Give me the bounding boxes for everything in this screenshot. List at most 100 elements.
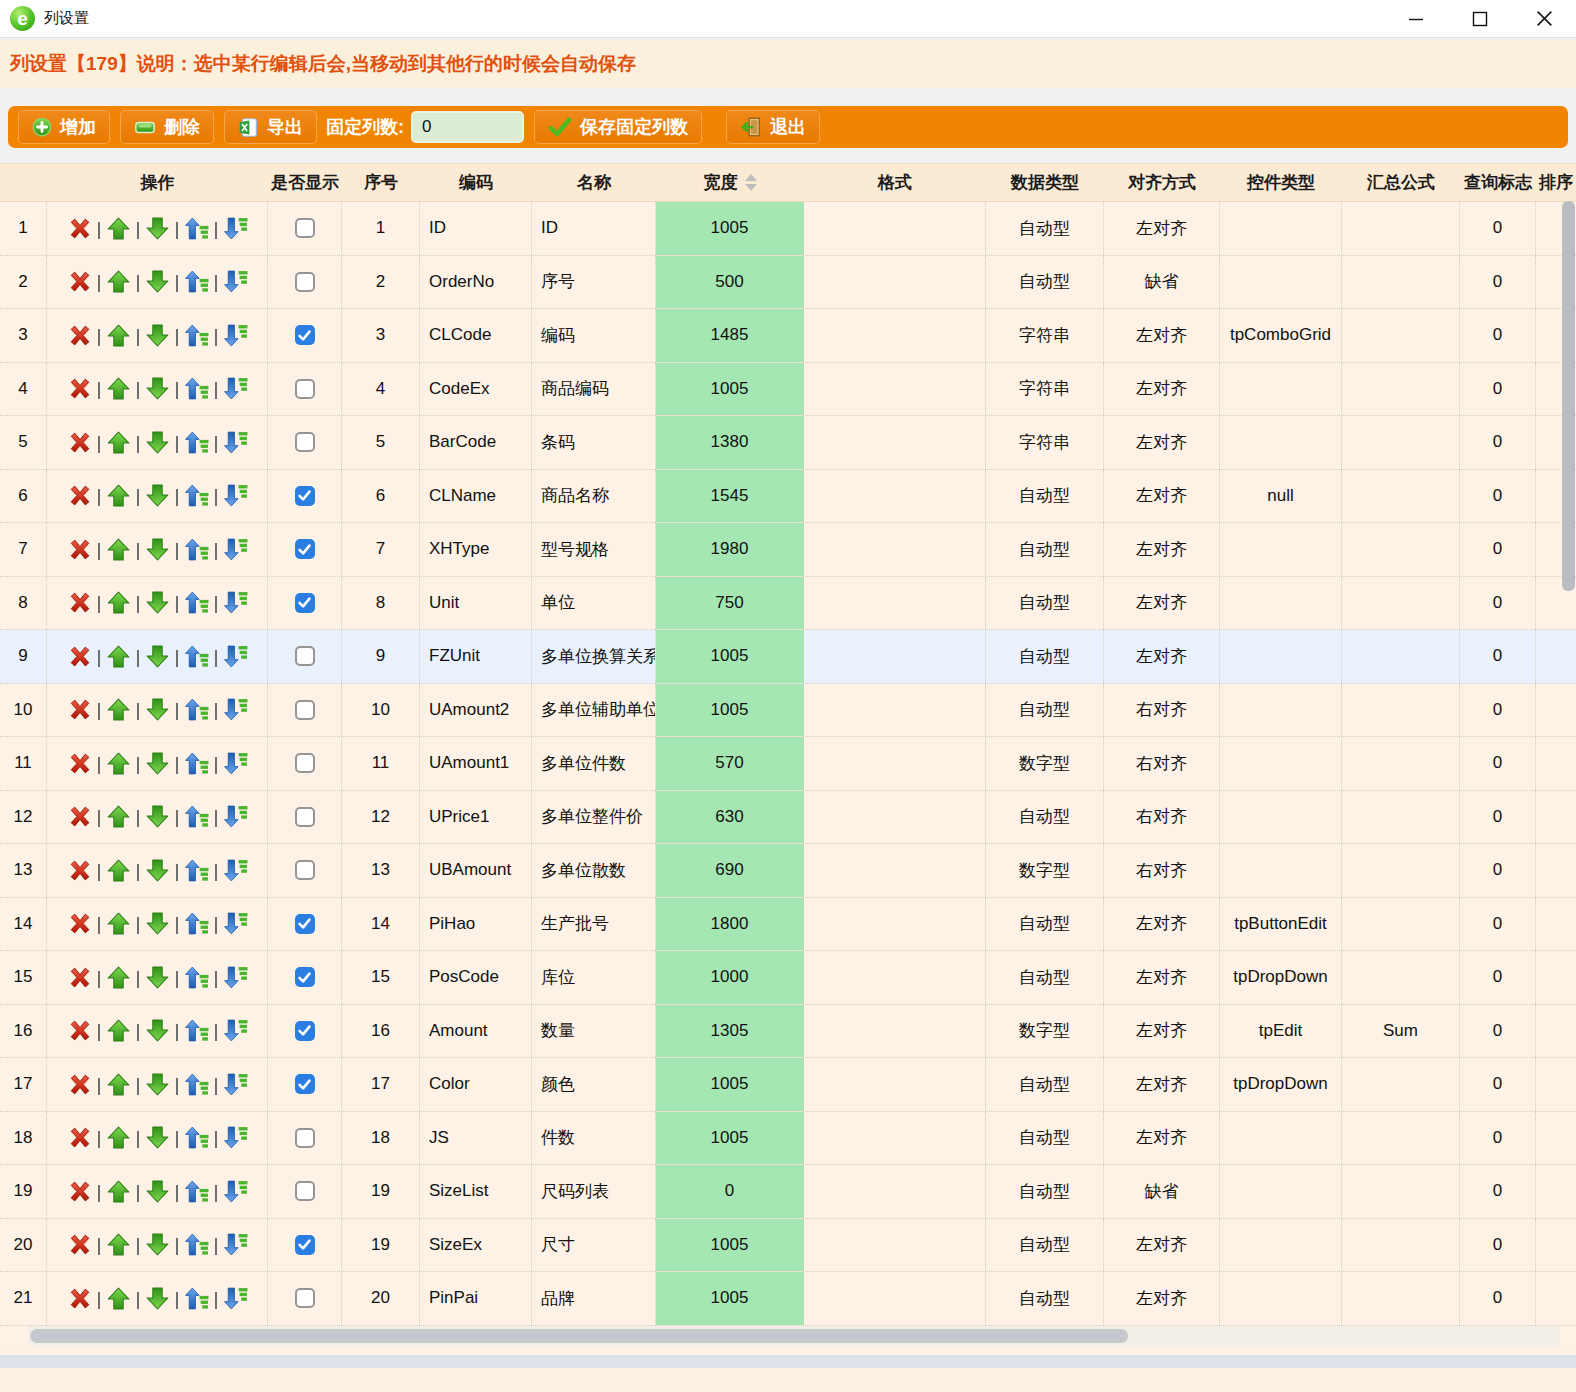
control-cell[interactable] xyxy=(1220,577,1342,630)
move-bottom-icon[interactable] xyxy=(223,1179,248,1204)
datatype-cell[interactable]: 自动型 xyxy=(986,791,1104,844)
formula-cell[interactable] xyxy=(1342,309,1460,362)
formula-cell[interactable] xyxy=(1342,1058,1460,1111)
seq-cell[interactable]: 14 xyxy=(342,898,420,951)
move-down-icon[interactable] xyxy=(145,483,170,508)
move-down-icon[interactable] xyxy=(145,1018,170,1043)
seq-cell[interactable]: 16 xyxy=(342,1005,420,1058)
width-cell[interactable]: 1980 xyxy=(656,523,804,576)
datatype-cell[interactable]: 自动型 xyxy=(986,630,1104,683)
seq-cell[interactable]: 17 xyxy=(342,1058,420,1111)
move-down-icon[interactable] xyxy=(145,216,170,241)
header-visible[interactable]: 是否显示 xyxy=(268,164,342,201)
visible-checkbox[interactable] xyxy=(295,860,315,880)
move-top-icon[interactable] xyxy=(184,697,209,722)
format-cell[interactable] xyxy=(804,737,986,790)
move-down-icon[interactable] xyxy=(145,537,170,562)
name-cell[interactable]: 尺码列表 xyxy=(532,1165,656,1218)
flag-cell[interactable]: 0 xyxy=(1460,470,1536,523)
move-down-icon[interactable] xyxy=(145,590,170,615)
table-row[interactable]: 19 19 SizeList 尺码列表 0 自动型 缺省 xyxy=(0,1165,1576,1219)
name-cell[interactable]: ID xyxy=(532,202,656,255)
table-row[interactable]: 13 13 UBAmount 多单位散数 690 数字型 右对齐 xyxy=(0,844,1576,898)
format-cell[interactable] xyxy=(804,523,986,576)
seq-cell[interactable]: 19 xyxy=(342,1219,420,1272)
control-cell[interactable] xyxy=(1220,1112,1342,1165)
horizontal-scrollbar-thumb[interactable] xyxy=(30,1329,1128,1343)
delete-x-icon[interactable] xyxy=(67,644,92,669)
delete-x-icon[interactable] xyxy=(67,537,92,562)
formula-cell[interactable] xyxy=(1342,470,1460,523)
formula-cell[interactable] xyxy=(1342,1165,1460,1218)
seq-cell[interactable]: 11 xyxy=(342,737,420,790)
name-cell[interactable]: 条码 xyxy=(532,416,656,469)
control-cell[interactable] xyxy=(1220,737,1342,790)
flag-cell[interactable]: 0 xyxy=(1460,630,1536,683)
move-bottom-icon[interactable] xyxy=(223,911,248,936)
align-cell[interactable]: 缺省 xyxy=(1104,1165,1220,1218)
format-cell[interactable] xyxy=(804,577,986,630)
align-cell[interactable]: 缺省 xyxy=(1104,256,1220,309)
datatype-cell[interactable]: 字符串 xyxy=(986,309,1104,362)
code-cell[interactable]: XHType xyxy=(420,523,532,576)
datatype-cell[interactable]: 自动型 xyxy=(986,523,1104,576)
move-down-icon[interactable] xyxy=(145,376,170,401)
control-cell[interactable]: tpComboGrid xyxy=(1220,309,1342,362)
code-cell[interactable]: CLCode xyxy=(420,309,532,362)
flag-cell[interactable]: 0 xyxy=(1460,1058,1536,1111)
move-down-icon[interactable] xyxy=(145,1125,170,1150)
seq-cell[interactable]: 7 xyxy=(342,523,420,576)
visible-checkbox[interactable] xyxy=(295,593,315,613)
move-down-icon[interactable] xyxy=(145,1072,170,1097)
flag-cell[interactable]: 0 xyxy=(1460,523,1536,576)
move-up-icon[interactable] xyxy=(106,376,131,401)
format-cell[interactable] xyxy=(804,1165,986,1218)
width-cell[interactable]: 1005 xyxy=(656,684,804,737)
table-row[interactable]: 7 7 XHType 型号规格 1980 自动型 左对齐 xyxy=(0,523,1576,577)
sort-cell[interactable] xyxy=(1536,844,1576,897)
control-cell[interactable]: null xyxy=(1220,470,1342,523)
sort-cell[interactable] xyxy=(1536,898,1576,951)
align-cell[interactable]: 右对齐 xyxy=(1104,791,1220,844)
name-cell[interactable]: 数量 xyxy=(532,1005,656,1058)
move-top-icon[interactable] xyxy=(184,376,209,401)
control-cell[interactable]: tpDropDown xyxy=(1220,951,1342,1004)
datatype-cell[interactable]: 自动型 xyxy=(986,256,1104,309)
move-down-icon[interactable] xyxy=(145,697,170,722)
seq-cell[interactable]: 15 xyxy=(342,951,420,1004)
seq-cell[interactable]: 19 xyxy=(342,1165,420,1218)
width-cell[interactable]: 1005 xyxy=(656,202,804,255)
formula-cell[interactable]: Sum xyxy=(1342,1005,1460,1058)
name-cell[interactable]: 多单位换算关系 xyxy=(532,630,656,683)
visible-checkbox[interactable] xyxy=(295,486,315,506)
datatype-cell[interactable]: 字符串 xyxy=(986,363,1104,416)
code-cell[interactable]: PinPai xyxy=(420,1272,532,1325)
formula-cell[interactable] xyxy=(1342,898,1460,951)
align-cell[interactable]: 左对齐 xyxy=(1104,1219,1220,1272)
vertical-scrollbar-thumb[interactable] xyxy=(1562,201,1575,591)
move-top-icon[interactable] xyxy=(184,804,209,829)
move-bottom-icon[interactable] xyxy=(223,858,248,883)
sort-cell[interactable] xyxy=(1536,951,1576,1004)
flag-cell[interactable]: 0 xyxy=(1460,1272,1536,1325)
width-cell[interactable]: 1485 xyxy=(656,309,804,362)
move-down-icon[interactable] xyxy=(145,323,170,348)
flag-cell[interactable]: 0 xyxy=(1460,791,1536,844)
width-cell[interactable]: 1000 xyxy=(656,951,804,1004)
table-row[interactable]: 3 3 CLCode 编码 1485 字符串 左对齐 tp xyxy=(0,309,1576,363)
move-up-icon[interactable] xyxy=(106,430,131,455)
formula-cell[interactable] xyxy=(1342,684,1460,737)
name-cell[interactable]: 商品名称 xyxy=(532,470,656,523)
flag-cell[interactable]: 0 xyxy=(1460,416,1536,469)
code-cell[interactable]: PosCode xyxy=(420,951,532,1004)
visible-checkbox[interactable] xyxy=(295,700,315,720)
seq-cell[interactable]: 1 xyxy=(342,202,420,255)
delete-x-icon[interactable] xyxy=(67,1125,92,1150)
move-up-icon[interactable] xyxy=(106,911,131,936)
align-cell[interactable]: 左对齐 xyxy=(1104,309,1220,362)
table-row[interactable]: 6 6 CLName 商品名称 1545 自动型 左对齐 xyxy=(0,470,1576,524)
code-cell[interactable]: PiHao xyxy=(420,898,532,951)
flag-cell[interactable]: 0 xyxy=(1460,1005,1536,1058)
name-cell[interactable]: 序号 xyxy=(532,256,656,309)
format-cell[interactable] xyxy=(804,1219,986,1272)
